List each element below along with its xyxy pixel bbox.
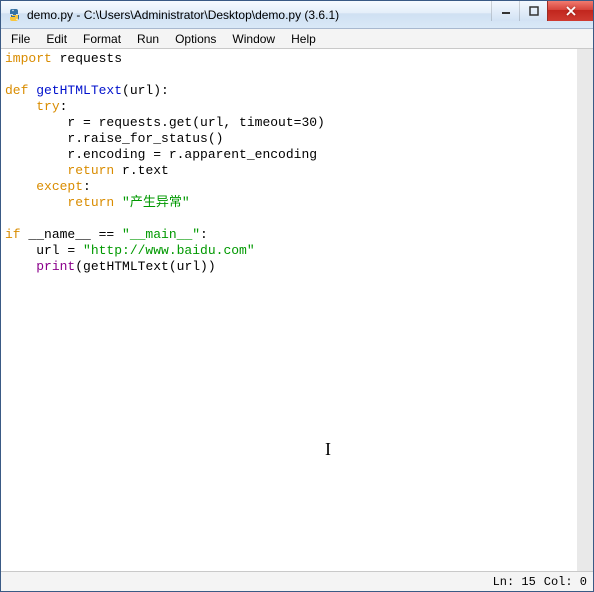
kw-if: if bbox=[5, 227, 21, 242]
code-text: r.text bbox=[114, 163, 169, 178]
minimize-button[interactable] bbox=[491, 1, 519, 21]
menu-window[interactable]: Window bbox=[224, 30, 283, 48]
kw-def: def bbox=[5, 83, 28, 98]
text-cursor-icon: I bbox=[325, 441, 331, 457]
kw-except: except bbox=[36, 179, 83, 194]
window-controls bbox=[491, 1, 593, 21]
python-icon bbox=[7, 7, 23, 23]
code-text: requests bbox=[52, 51, 122, 66]
menu-edit[interactable]: Edit bbox=[38, 30, 75, 48]
statusbar: Ln: 15 Col: 0 bbox=[1, 571, 593, 591]
builtin-print: print bbox=[36, 259, 75, 274]
str-literal: "产生异常" bbox=[122, 195, 190, 210]
kw-return: return bbox=[67, 163, 114, 178]
code-text: (url): bbox=[122, 83, 169, 98]
kw-return: return bbox=[67, 195, 114, 210]
scroll-up-button[interactable]: ▲ bbox=[578, 49, 593, 65]
menu-options[interactable]: Options bbox=[167, 30, 224, 48]
str-literal: "http://www.baidu.com" bbox=[83, 243, 255, 258]
code-text bbox=[5, 259, 36, 274]
code-text: (getHTMLText(url)) bbox=[75, 259, 215, 274]
code-editor[interactable]: import requests def getHTMLText(url): tr… bbox=[1, 49, 593, 571]
str-literal: "__main__" bbox=[122, 227, 200, 242]
menu-file[interactable]: File bbox=[3, 30, 38, 48]
code-text: : bbox=[83, 179, 91, 194]
code-text: url = bbox=[5, 243, 83, 258]
scroll-down-button[interactable]: ▼ bbox=[578, 555, 593, 571]
def-name: getHTMLText bbox=[28, 83, 122, 98]
vertical-scrollbar[interactable]: ▲ ▼ bbox=[577, 49, 593, 571]
code-text: : bbox=[60, 99, 68, 114]
code-text: __name__ == bbox=[21, 227, 122, 242]
idle-window: demo.py - C:\Users\Administrator\Desktop… bbox=[0, 0, 594, 592]
code-text: : bbox=[200, 227, 208, 242]
status-line: Ln: 15 bbox=[493, 575, 536, 589]
code-text: r = requests.get(url, timeout=30) bbox=[5, 115, 325, 130]
menu-format[interactable]: Format bbox=[75, 30, 129, 48]
code-text bbox=[114, 195, 122, 210]
code-text: r.encoding = r.apparent_encoding bbox=[5, 147, 317, 162]
code-text: r.raise_for_status() bbox=[5, 131, 223, 146]
titlebar[interactable]: demo.py - C:\Users\Administrator\Desktop… bbox=[1, 1, 593, 29]
status-col: Col: 0 bbox=[544, 575, 587, 589]
kw-try: try bbox=[36, 99, 59, 114]
menu-run[interactable]: Run bbox=[129, 30, 167, 48]
close-button[interactable] bbox=[547, 1, 593, 21]
kw-import: import bbox=[5, 51, 52, 66]
maximize-button[interactable] bbox=[519, 1, 547, 21]
menu-help[interactable]: Help bbox=[283, 30, 324, 48]
menubar: File Edit Format Run Options Window Help bbox=[1, 29, 593, 49]
